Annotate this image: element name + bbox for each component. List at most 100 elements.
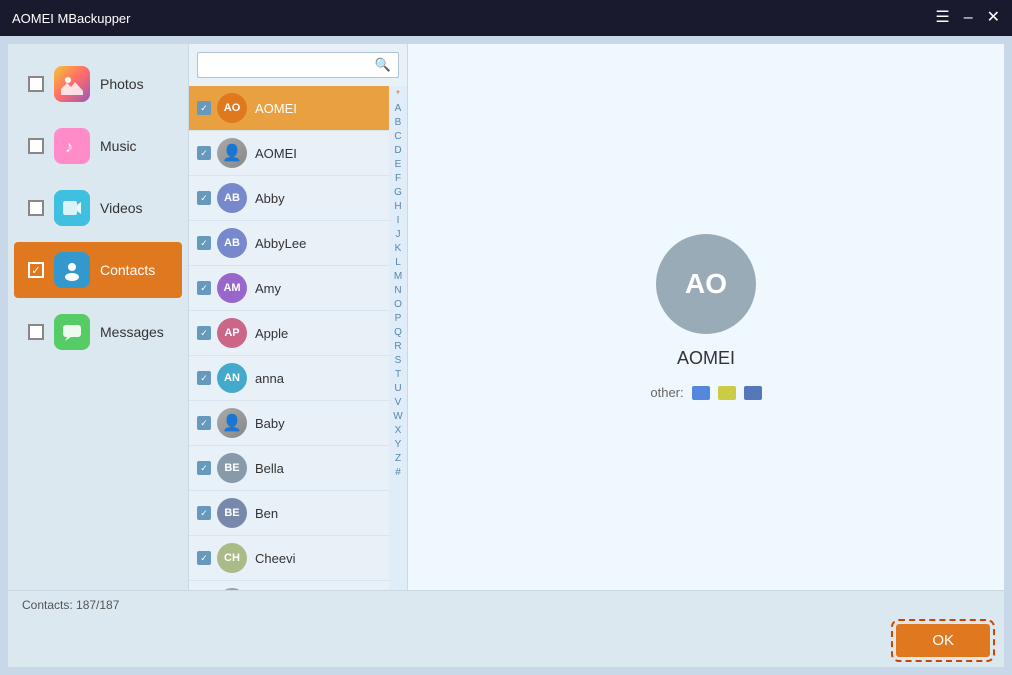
app-title: AOMEI MBackupper: [12, 11, 935, 26]
contact-checkbox[interactable]: [197, 146, 211, 160]
search-box: 🔍: [197, 52, 399, 78]
contact-checkbox[interactable]: [197, 371, 211, 385]
contact-name: Baby: [255, 416, 285, 431]
ok-button[interactable]: OK: [896, 624, 990, 657]
contacts-checkbox[interactable]: [28, 262, 44, 278]
videos-icon: [54, 190, 90, 226]
color-dot-2: [718, 386, 736, 400]
alpha-index-letter[interactable]: U: [394, 382, 401, 396]
sidebar-item-videos[interactable]: Videos: [14, 180, 182, 236]
contact-item[interactable]: AB AbbyLee: [189, 221, 389, 266]
contact-checkbox[interactable]: [197, 506, 211, 520]
alpha-index-letter[interactable]: Z: [395, 452, 401, 466]
alpha-index-letter[interactable]: T: [395, 368, 401, 382]
search-icon: 🔍: [375, 57, 391, 73]
alpha-index-letter[interactable]: Y: [395, 438, 402, 452]
alpha-index-letter[interactable]: *: [396, 88, 400, 102]
alpha-index-letter[interactable]: G: [394, 186, 402, 200]
alpha-index-letter[interactable]: S: [395, 354, 402, 368]
alpha-index-letter[interactable]: D: [394, 144, 401, 158]
photos-checkbox[interactable]: [28, 76, 44, 92]
alpha-index-letter[interactable]: Q: [394, 326, 402, 340]
contact-name: Apple: [255, 326, 288, 341]
contact-checkbox[interactable]: [197, 236, 211, 250]
contact-name: AbbyLee: [255, 236, 306, 251]
detail-avatar-initials: AO: [685, 268, 727, 300]
sidebar-item-contacts[interactable]: Contacts: [14, 242, 182, 298]
contact-name: Amy: [255, 281, 281, 296]
alpha-index-letter[interactable]: R: [394, 340, 401, 354]
status-bar: Contacts: 187/187: [8, 590, 1004, 618]
alpha-index-letter[interactable]: P: [395, 312, 402, 326]
contact-checkbox[interactable]: [197, 461, 211, 475]
alpha-index-letter[interactable]: M: [394, 270, 402, 284]
minimize-icon[interactable]: –: [964, 10, 973, 26]
contact-item[interactable]: 👤AOMEI: [189, 131, 389, 176]
alpha-index-letter[interactable]: W: [393, 410, 402, 424]
messages-checkbox[interactable]: [28, 324, 44, 340]
photos-label: Photos: [100, 76, 144, 92]
contact-avatar: AO: [217, 93, 247, 123]
contact-name: AOMEI: [255, 101, 297, 116]
alpha-index-letter[interactable]: B: [395, 116, 402, 130]
photos-icon: [54, 66, 90, 102]
contact-item[interactable]: AM Amy: [189, 266, 389, 311]
alpha-index-letter[interactable]: F: [395, 172, 401, 186]
svg-text:♪: ♪: [65, 139, 73, 156]
alpha-index-letter[interactable]: N: [394, 284, 401, 298]
alpha-index-letter[interactable]: A: [395, 102, 402, 116]
contact-panel: 🔍 AOAOMEI👤AOMEIABAbbyABAbbyLeeAMAmyAPApp…: [188, 44, 408, 590]
alpha-index-letter[interactable]: O: [394, 298, 402, 312]
contact-avatar: AM: [217, 273, 247, 303]
contacts-icon: [54, 252, 90, 288]
alpha-index-letter[interactable]: I: [397, 214, 400, 228]
contact-item[interactable]: 👤 Baby: [189, 401, 389, 446]
contact-checkbox[interactable]: [197, 191, 211, 205]
alpha-index-letter[interactable]: J: [396, 228, 401, 242]
contact-item[interactable]: ABAbby: [189, 176, 389, 221]
main-window: Photos ♪ Music Videos: [8, 44, 1004, 667]
contact-name: Cheevi: [255, 551, 295, 566]
music-icon: ♪: [54, 128, 90, 164]
contact-checkbox[interactable]: [197, 326, 211, 340]
contact-avatar: AB: [217, 183, 247, 213]
music-checkbox[interactable]: [28, 138, 44, 154]
content-area: Photos ♪ Music Videos: [8, 44, 1004, 590]
alpha-index-letter[interactable]: V: [395, 396, 402, 410]
alpha-index-letter[interactable]: L: [395, 256, 401, 270]
detail-other: other:: [650, 385, 761, 400]
contacts-label: Contacts: [100, 262, 155, 278]
contact-item[interactable]: BEBella: [189, 446, 389, 491]
contact-checkbox[interactable]: [197, 551, 211, 565]
contact-item[interactable]: BEBen: [189, 491, 389, 536]
sidebar-item-music[interactable]: ♪ Music: [14, 118, 182, 174]
music-label: Music: [100, 138, 137, 154]
messages-label: Messages: [100, 324, 164, 340]
sidebar-item-photos[interactable]: Photos: [14, 56, 182, 112]
sidebar-item-messages[interactable]: Messages: [14, 304, 182, 360]
contact-item[interactable]: 👤Chris: [189, 581, 389, 590]
contact-name: Ben: [255, 506, 278, 521]
status-text: Contacts: 187/187: [22, 598, 119, 612]
detail-panel: AO AOMEI other:: [408, 44, 1004, 590]
contact-checkbox[interactable]: [197, 416, 211, 430]
list-view-icon[interactable]: ☰: [935, 10, 949, 26]
contact-item[interactable]: ANanna: [189, 356, 389, 401]
search-input[interactable]: [197, 52, 399, 78]
contact-item[interactable]: AO AOMEI: [189, 86, 389, 131]
close-icon[interactable]: ✕: [987, 10, 1000, 26]
alpha-index-letter[interactable]: E: [395, 158, 402, 172]
alpha-index-letter[interactable]: K: [395, 242, 402, 256]
alpha-index-letter[interactable]: H: [394, 200, 401, 214]
contact-checkbox[interactable]: [197, 281, 211, 295]
alpha-index: *ABCDEFGHIJKLMNOPQRSTUVWXYZ#: [389, 86, 407, 590]
alpha-index-letter[interactable]: C: [394, 130, 401, 144]
contact-checkbox[interactable]: [197, 101, 211, 115]
contact-avatar: AB: [217, 228, 247, 258]
contact-item[interactable]: APApple: [189, 311, 389, 356]
contact-avatar: 👤: [217, 408, 247, 438]
contact-item[interactable]: CHCheevi: [189, 536, 389, 581]
videos-checkbox[interactable]: [28, 200, 44, 216]
alpha-index-letter[interactable]: #: [395, 466, 401, 480]
alpha-index-letter[interactable]: X: [395, 424, 402, 438]
